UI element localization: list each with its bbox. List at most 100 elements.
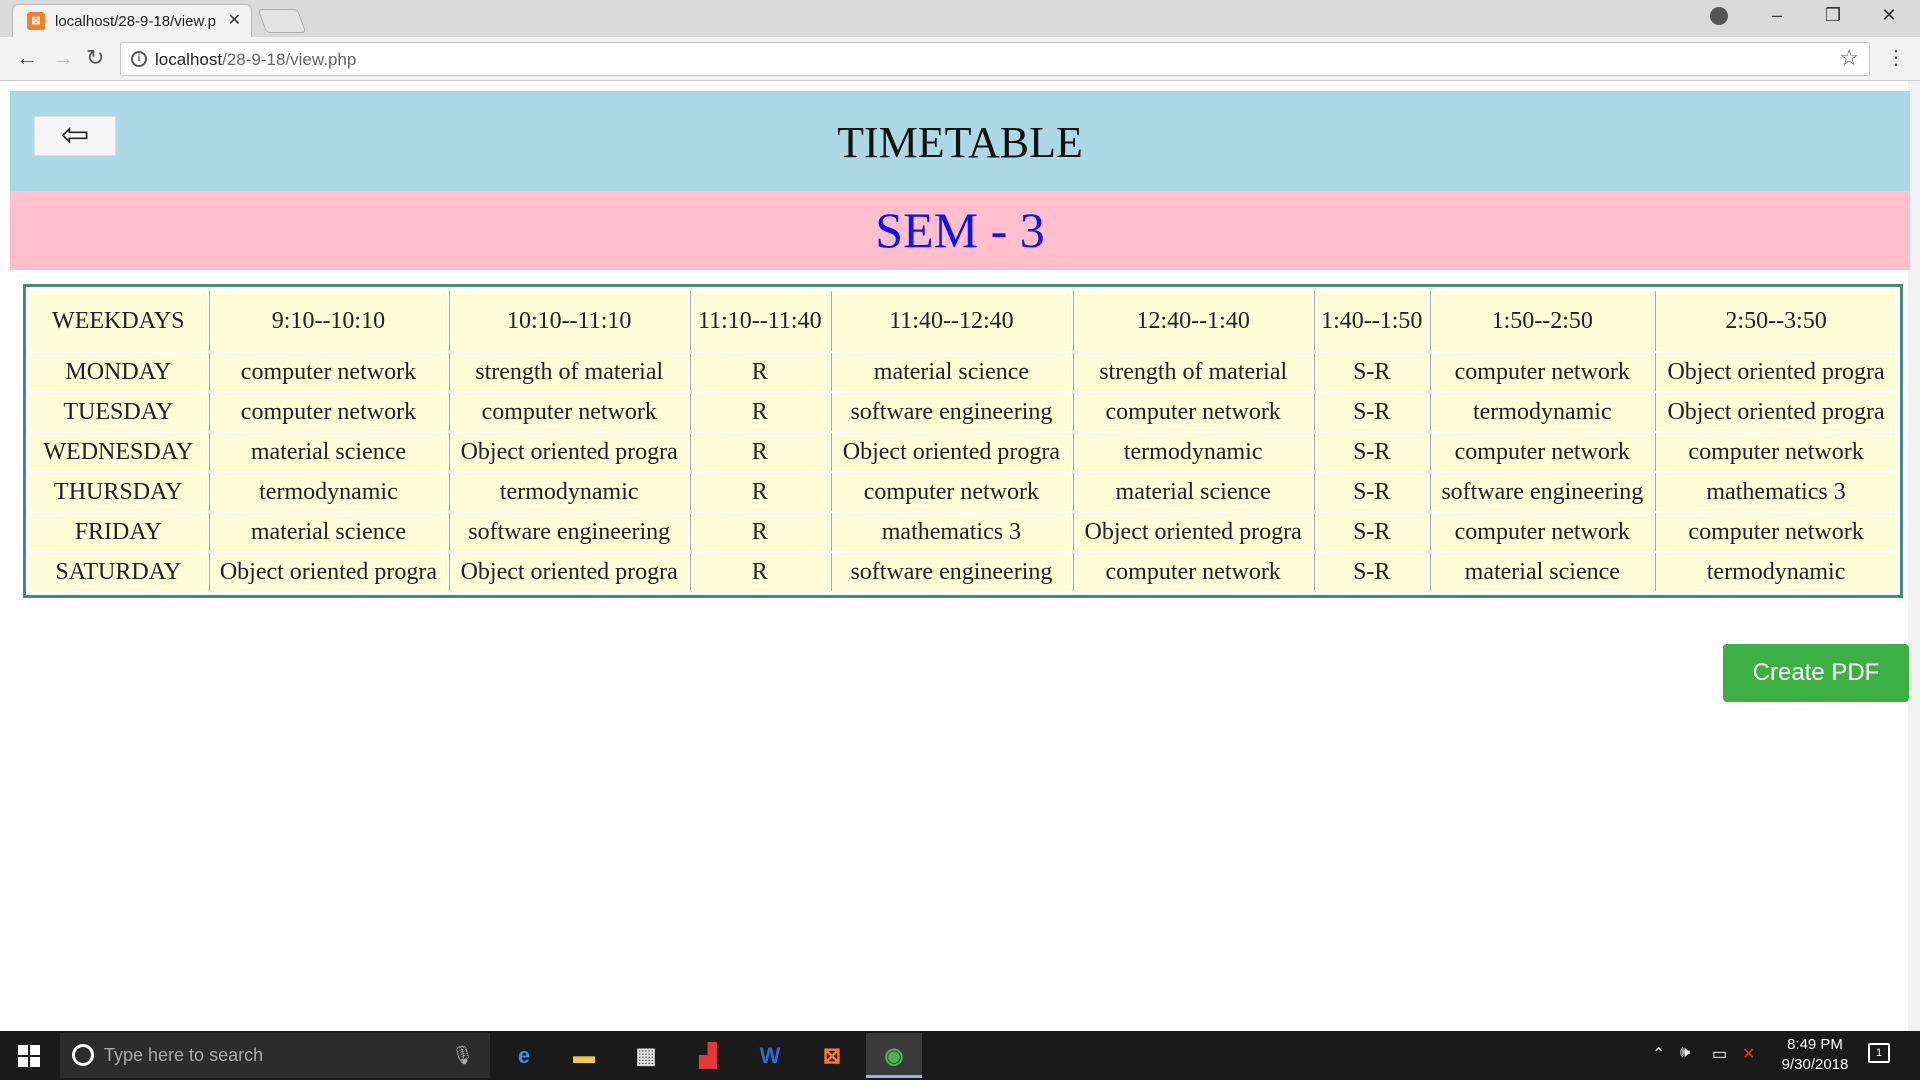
weekday-cell: MONDAY xyxy=(30,353,207,391)
table-row: WEDNESDAY material science Object oriented… xyxy=(30,433,1896,471)
timetable-container: WEEKDAYS 9:10--10:10 10:10--11:10 11:10--11… xyxy=(23,284,1903,598)
weekdays-header: WEEKDAYS xyxy=(30,291,207,351)
table-row: FRIDAY material science software engineeri… xyxy=(30,513,1896,551)
weekday-cell: TUESDAY xyxy=(30,393,207,431)
subject-cell: computer network xyxy=(1430,513,1654,551)
new-tab-button[interactable] xyxy=(257,9,307,33)
subject-cell: R xyxy=(690,393,829,431)
subject-cell: computer network xyxy=(1430,353,1654,391)
tab-close-icon[interactable]: ✕ xyxy=(228,10,241,30)
subject-cell: software engineering xyxy=(830,553,1072,591)
edge-icon[interactable]: e xyxy=(496,1033,552,1078)
header-band: ⇦ TIMETABLE xyxy=(10,91,1910,191)
close-window-icon[interactable]: ✕ xyxy=(1874,5,1904,26)
address-bar[interactable]: i localhost/28-9-18/view.php ☆ xyxy=(120,42,1870,76)
subject-cell: termodynamic xyxy=(449,473,689,511)
time-slot-header: 11:40--12:40 xyxy=(830,291,1072,351)
subject-cell: S-R xyxy=(1314,353,1429,391)
subject-cell: computer network xyxy=(1655,513,1896,551)
file-explorer-icon[interactable]: ▬ xyxy=(556,1033,612,1078)
taskbar: Type here to search 🎙 e ▬ ▦ ▟ W ⊠ ◉ ⌃ 🕪 … xyxy=(0,1031,1920,1080)
url-path: /28-9-18/view.php xyxy=(222,50,357,69)
subject-cell: computer network xyxy=(1430,433,1654,471)
subject-cell: software engineering xyxy=(1430,473,1654,511)
subject-cell: Object oriented progra xyxy=(1655,393,1896,431)
browser-tab-strip: ⊠ localhost/28-9-18/view.p ✕ – ❐ ✕ xyxy=(0,0,1920,37)
subject-cell: material science xyxy=(830,353,1072,391)
subject-cell: S-R xyxy=(1314,433,1429,471)
info-icon[interactable]: i xyxy=(131,51,147,67)
subject-cell: strength of material xyxy=(1073,353,1313,391)
semester-title: SEM - 3 xyxy=(875,202,1045,258)
subject-cell: mathematics 3 xyxy=(830,513,1072,551)
subject-cell: R xyxy=(690,353,829,391)
bookmark-star-icon[interactable]: ☆ xyxy=(1839,45,1859,71)
clock-time: 8:49 PM xyxy=(1787,1036,1843,1053)
acrobat-icon[interactable]: ▟ xyxy=(680,1033,736,1078)
xampp-icon[interactable]: ⊠ xyxy=(804,1033,860,1078)
subject-cell: Object oriented progra xyxy=(449,433,689,471)
time-slot-header: 1:50--2:50 xyxy=(1430,291,1654,351)
browser-menu-icon[interactable]: ⋮ xyxy=(1886,45,1906,70)
subject-cell: computer network xyxy=(830,473,1072,511)
battery-icon[interactable]: ▭ xyxy=(1712,1044,1727,1064)
table-row: MONDAY computer network strength of materi… xyxy=(30,353,1896,391)
url-text[interactable]: localhost/28-9-18/view.php xyxy=(155,50,356,70)
subject-cell: termodynamic xyxy=(208,473,448,511)
restore-icon[interactable]: ❐ xyxy=(1818,5,1848,26)
timetable-header-row: WEEKDAYS 9:10--10:10 10:10--11:10 11:10--11… xyxy=(30,291,1896,351)
subject-cell: computer network xyxy=(1655,433,1896,471)
browser-tab[interactable]: ⊠ localhost/28-9-18/view.p ✕ xyxy=(12,4,252,37)
subject-cell: computer network xyxy=(208,353,448,391)
volume-icon[interactable]: 🕪 xyxy=(1680,1044,1690,1062)
subject-cell: S-R xyxy=(1314,473,1429,511)
subject-cell: R xyxy=(690,553,829,591)
weekday-cell: FRIDAY xyxy=(30,513,207,551)
subject-cell: Object oriented progra xyxy=(830,433,1072,471)
timetable: WEEKDAYS 9:10--10:10 10:10--11:10 11:10--11… xyxy=(28,289,1898,593)
browser-toolbar: ← → ↻ i localhost/28-9-18/view.php ☆ ⋮ xyxy=(0,37,1920,81)
time-slot-header: 11:10--11:40 xyxy=(690,291,829,351)
subject-cell: S-R xyxy=(1314,393,1429,431)
table-row: TUESDAY computer network computer network R… xyxy=(30,393,1896,431)
xampp-favicon-icon: ⊠ xyxy=(27,12,45,30)
time-slot-header: 9:10--10:10 xyxy=(208,291,448,351)
subject-cell: computer network xyxy=(1073,393,1313,431)
reload-icon[interactable]: ↻ xyxy=(86,45,104,71)
search-placeholder: Type here to search xyxy=(104,1045,264,1065)
chrome-icon[interactable]: ◉ xyxy=(866,1033,922,1078)
notification-icon[interactable]: 1 xyxy=(1868,1043,1890,1063)
subject-cell: termodynamic xyxy=(1430,393,1654,431)
word-icon[interactable]: W xyxy=(742,1033,798,1078)
store-icon[interactable]: ▦ xyxy=(618,1033,674,1078)
url-host: localhost xyxy=(155,50,223,69)
subject-cell: Object oriented progra xyxy=(208,553,448,591)
clock-date: 9/30/2018 xyxy=(1781,1056,1849,1073)
cortana-icon xyxy=(72,1044,94,1066)
subject-cell: Object oriented progra xyxy=(1073,513,1313,551)
minimize-icon[interactable]: – xyxy=(1762,5,1792,26)
table-row: THURSDAY termodynamic termodynamic Rcompute… xyxy=(30,473,1896,511)
timetable-body: MONDAY computer network strength of materi… xyxy=(30,353,1896,591)
tab-title: localhost/28-9-18/view.p xyxy=(55,13,216,30)
create-pdf-button[interactable]: Create PDF xyxy=(1723,644,1909,702)
tray-chevron-icon[interactable]: ⌃ xyxy=(1652,1044,1665,1064)
windows-start-icon[interactable] xyxy=(18,1045,40,1067)
taskbar-search-box[interactable]: Type here to search 🎙 xyxy=(60,1033,490,1078)
time-slot-header: 10:10--11:10 xyxy=(449,291,689,351)
network-icon[interactable]: ✕ xyxy=(1742,1044,1755,1064)
microphone-icon[interactable]: 🎙 xyxy=(451,1045,474,1066)
subject-cell: mathematics 3 xyxy=(1655,473,1896,511)
account-icon[interactable] xyxy=(1710,7,1728,25)
back-arrow-icon[interactable]: ← xyxy=(16,45,38,71)
forward-arrow-icon[interactable]: → xyxy=(52,45,74,71)
taskbar-clock[interactable]: 8:49 PM 9/30/2018 xyxy=(1770,1035,1860,1075)
subject-cell: material science xyxy=(1430,553,1654,591)
time-slot-header: 2:50--3:50 xyxy=(1655,291,1896,351)
subject-cell: computer network xyxy=(1073,553,1313,591)
time-slot-header: 12:40--1:40 xyxy=(1073,291,1313,351)
subject-cell: R xyxy=(690,473,829,511)
subject-cell: material science xyxy=(208,433,448,471)
subject-cell: computer network xyxy=(208,393,448,431)
subject-cell: R xyxy=(690,513,829,551)
